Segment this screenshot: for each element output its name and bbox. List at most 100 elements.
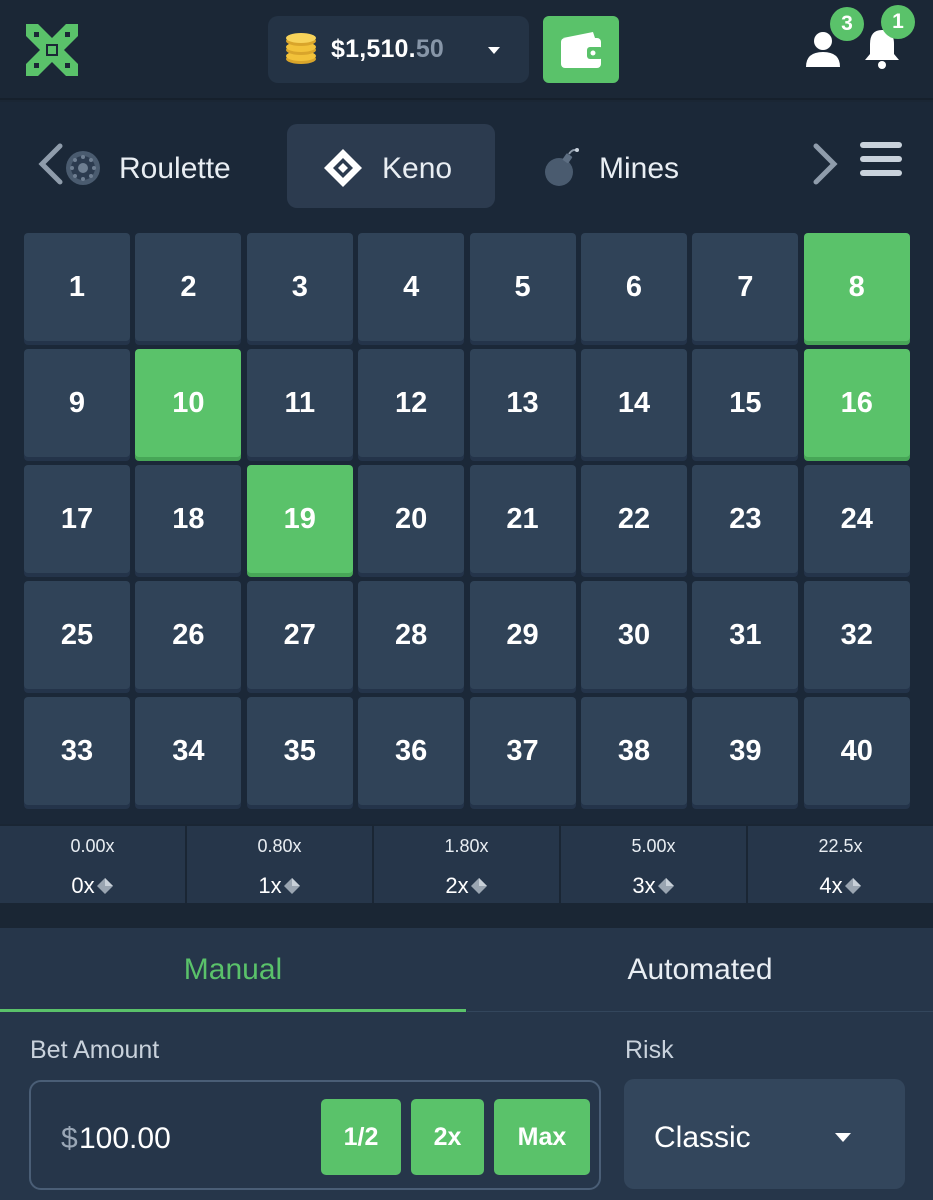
tab-keno[interactable]: Keno [287,124,495,208]
chevron-down-icon [835,1133,851,1142]
payout-hits-label: 4x [819,873,843,898]
keno-number-38[interactable]: 38 [580,697,687,805]
keno-number-2[interactable]: 2 [135,233,242,341]
game-selector: Roulette Keno Mines [0,102,933,224]
double-bet-button[interactable]: 2x [411,1099,484,1175]
tab-mines-label: Mines [599,152,680,185]
payout-multiplier: 22.5x [818,836,863,856]
balance-main: $1,510. [331,35,416,63]
payout-multiplier: 0.80x [257,836,302,856]
keno-number-23[interactable]: 23 [692,465,799,573]
keno-grid: 1 2 3 4 5 6 7 8 9 10 11 12 13 14 15 16 17 18 19 20 21 22 23 24 2… [24,233,910,805]
risk-label: Risk [625,1036,674,1064]
keno-number-3[interactable]: 3 [246,233,353,341]
keno-number-10[interactable]: 10 [135,349,242,457]
keno-number-9[interactable]: 9 [24,349,130,457]
keno-number-11[interactable]: 11 [246,349,353,457]
gem-icon [283,878,300,894]
keno-number-7[interactable]: 7 [692,233,799,341]
wallet-button[interactable] [543,16,619,83]
risk-value: Classic [654,1121,751,1154]
keno-number-40[interactable]: 40 [803,697,910,805]
payout-cell: 1.80x 2x [374,826,561,903]
keno-number-35[interactable]: 35 [246,697,353,805]
keno-number-12[interactable]: 12 [358,349,465,457]
risk-select[interactable]: Classic [624,1079,905,1189]
bet-amount-input[interactable]: $ 100.00 1/2 2x Max [29,1080,601,1190]
half-bet-button[interactable]: 1/2 [321,1099,401,1175]
keno-number-36[interactable]: 36 [358,697,465,805]
payout-multiplier: 0.00x [70,836,115,856]
keno-number-18[interactable]: 18 [135,465,242,573]
payout-hits-label: 1x [258,873,282,898]
gem-icon [96,878,113,894]
gem-icon [470,878,487,894]
tab-roulette[interactable]: Roulette [62,124,272,208]
payout-hits: 2x [374,873,559,899]
keno-number-6[interactable]: 6 [580,233,687,341]
keno-number-5[interactable]: 5 [469,233,576,341]
keno-diamond-icon [324,149,362,187]
keno-number-1[interactable]: 1 [24,233,130,341]
keno-number-15[interactable]: 15 [692,349,799,457]
keno-number-28[interactable]: 28 [358,581,465,689]
balance-selector[interactable]: $1,510.50 [268,16,529,83]
notifications-count-badge: 1 [881,5,915,39]
keno-number-24[interactable]: 24 [803,465,910,573]
bet-amount-label: Bet Amount [30,1036,160,1064]
balance-amount: $1,510.50 [331,16,444,83]
keno-number-31[interactable]: 31 [692,581,799,689]
chevron-right-icon[interactable] [810,142,840,186]
keno-number-27[interactable]: 27 [246,581,353,689]
chevron-down-icon [488,47,500,54]
tab-mines[interactable]: Mines [535,124,735,208]
hamburger-menu-icon[interactable] [858,140,904,178]
payout-hits: 4x [748,873,933,899]
keno-number-13[interactable]: 13 [469,349,576,457]
keno-number-37[interactable]: 37 [469,697,576,805]
payout-hits-label: 3x [632,873,656,898]
bomb-icon [545,148,579,186]
bet-panel: Manual Automated Bet Amount Risk $ 100.0… [0,928,933,1200]
payout-cell: 5.00x 3x [561,826,748,903]
payout-cell: 22.5x 4x [748,826,933,903]
keno-number-14[interactable]: 14 [580,349,687,457]
max-bet-button[interactable]: Max [494,1099,590,1175]
keno-number-39[interactable]: 39 [692,697,799,805]
gem-icon [657,878,674,894]
keno-number-32[interactable]: 32 [803,581,910,689]
tab-manual[interactable]: Manual [0,928,466,1012]
wallet-icon [561,32,603,68]
keno-number-34[interactable]: 34 [135,697,242,805]
tab-automated[interactable]: Automated [467,928,933,1012]
keno-number-30[interactable]: 30 [580,581,687,689]
keno-number-17[interactable]: 17 [24,465,130,573]
payout-cell: 0.00x 0x [0,826,187,903]
payout-multiplier: 5.00x [631,836,676,856]
keno-number-25[interactable]: 25 [24,581,130,689]
keno-board: 1 2 3 4 5 6 7 8 9 10 11 12 13 14 15 16 17 18 19 20 21 22 23 24 2… [0,224,933,824]
keno-number-19[interactable]: 19 [246,465,353,573]
keno-number-29[interactable]: 29 [469,581,576,689]
keno-number-21[interactable]: 21 [469,465,576,573]
keno-number-4[interactable]: 4 [358,233,465,341]
users-count-badge: 3 [830,7,864,41]
gem-icon [844,878,861,894]
keno-number-20[interactable]: 20 [358,465,465,573]
keno-number-22[interactable]: 22 [580,465,687,573]
payout-hits: 1x [187,873,372,899]
keno-number-8[interactable]: 8 [803,233,910,341]
roulette-wheel-icon [66,151,100,185]
crossed-swords-logo-icon[interactable] [22,20,82,80]
payout-table: 0.00x 0x 0.80x 1x 1.80x 2x 5.00x 3x 22.5… [0,826,933,903]
keno-number-33[interactable]: 33 [24,697,130,805]
payout-hits: 3x [561,873,746,899]
keno-number-26[interactable]: 26 [135,581,242,689]
keno-number-16[interactable]: 16 [803,349,910,457]
tab-roulette-label: Roulette [119,152,231,185]
balance-cents: 50 [415,35,445,63]
payout-hits-label: 2x [445,873,469,898]
coins-icon [286,33,316,64]
top-bar: $1,510.50 3 1 [0,0,933,100]
bet-amount-value[interactable]: 100.00 [79,1122,171,1156]
